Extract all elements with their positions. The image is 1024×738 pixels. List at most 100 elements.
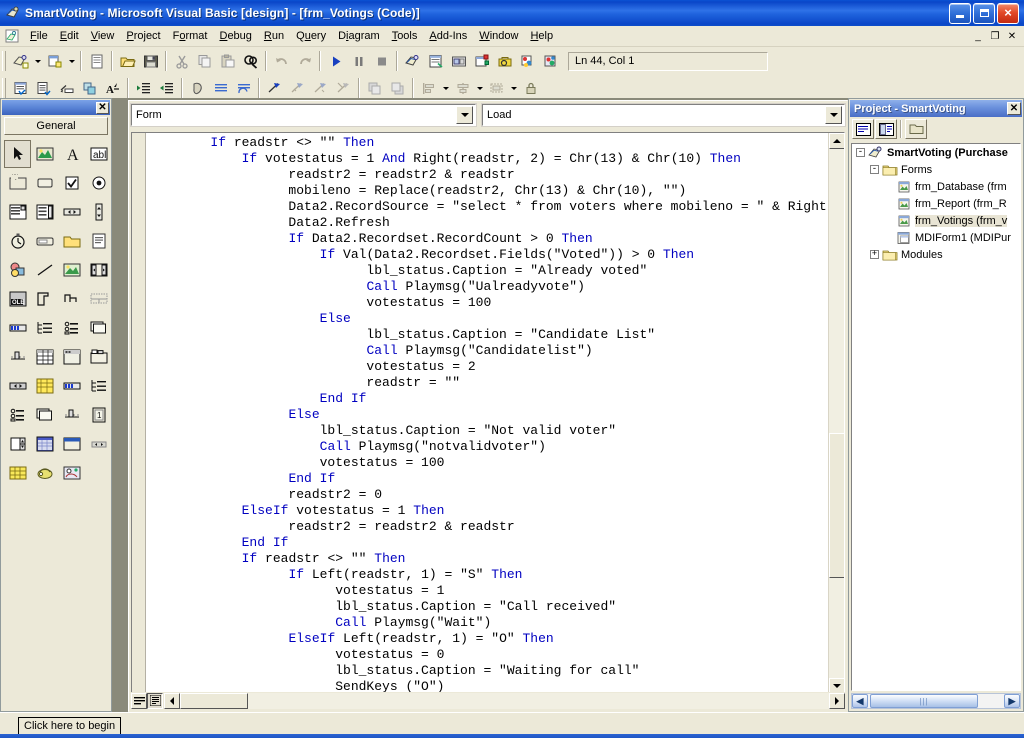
coolbar-tool[interactable] (58, 430, 85, 458)
expand-icon[interactable]: + (870, 250, 879, 259)
collapse-icon[interactable]: - (856, 148, 865, 157)
margin-indicator-bar[interactable] (132, 133, 146, 694)
toolbar-grip[interactable] (2, 51, 6, 71)
picturebox-tool[interactable] (31, 140, 58, 168)
listbox-tool[interactable] (31, 198, 58, 226)
tree-node[interactable]: - Forms (852, 161, 1020, 178)
menu-item-debug[interactable]: Debug (213, 28, 257, 44)
menu-item-project[interactable]: Project (120, 28, 166, 44)
treeview2-tool[interactable] (85, 372, 112, 400)
tree-node[interactable]: + Modules (852, 246, 1020, 263)
combobox-tool[interactable] (4, 198, 31, 226)
project-tree[interactable]: - SmartVoting (Purchase - Forms frm_Database… (851, 143, 1021, 691)
scroll-left-button[interactable] (164, 692, 180, 709)
object-dropdown[interactable]: Form (130, 103, 477, 127)
textbox-tool[interactable]: abl (85, 140, 112, 168)
progressbar-tool[interactable] (4, 314, 31, 342)
open-project-button[interactable] (116, 50, 139, 72)
menu-item-view[interactable]: View (85, 28, 121, 44)
copy-button[interactable] (193, 50, 216, 72)
paste-button[interactable] (216, 50, 239, 72)
add-form-button[interactable] (43, 50, 66, 72)
code-horizontal-scrollbar[interactable] (164, 692, 845, 709)
view-full-module-button[interactable] (147, 692, 163, 709)
commondialog-tool[interactable] (4, 372, 31, 400)
imagelist2-tool[interactable] (31, 401, 58, 429)
menu-item-help[interactable]: Help (524, 28, 559, 44)
menu-item-tools[interactable]: Tools (386, 28, 424, 44)
view-code-button[interactable] (852, 119, 874, 139)
code-editor[interactable]: If readstr <> "" Then If votestatus = 1 … (131, 132, 845, 695)
menu-item-window[interactable]: Window (473, 28, 524, 44)
statusbar-tool[interactable] (85, 285, 112, 313)
size-button[interactable] (485, 77, 508, 99)
form-layout-button[interactable] (447, 50, 470, 72)
tree-node[interactable]: frm_Database (frm (852, 178, 1020, 195)
collapse-icon[interactable]: - (870, 165, 879, 174)
outdent-button[interactable] (155, 77, 178, 99)
commandbutton-tool[interactable] (31, 169, 58, 197)
datagrid-tool[interactable] (31, 343, 58, 371)
quick-info-button[interactable] (55, 77, 78, 99)
redo-button[interactable] (293, 50, 316, 72)
project-scroll-left-button[interactable]: ◀ (852, 694, 868, 708)
tabstrip-tool[interactable] (85, 343, 112, 371)
winsock-tool[interactable] (31, 459, 58, 487)
close-button[interactable]: × (997, 2, 1019, 24)
bookmark-toggle-button[interactable] (263, 77, 286, 99)
indent-button[interactable] (132, 77, 155, 99)
scroll-up-button[interactable] (829, 133, 844, 149)
flatscrollbar-tool[interactable] (85, 430, 112, 458)
properties-window-button[interactable] (424, 50, 447, 72)
menu-item-run[interactable]: Run (258, 28, 290, 44)
hscrollbar-tool[interactable] (58, 198, 85, 226)
send-to-back-button[interactable] (386, 77, 409, 99)
bookmark-clear-button[interactable] (332, 77, 355, 99)
vertical-scroll-thumb[interactable] (829, 433, 844, 578)
tree-node[interactable]: frm_Report (frm_R (852, 195, 1020, 212)
vscrollbar-tool[interactable] (85, 198, 112, 226)
menu-item-format[interactable]: Format (167, 28, 214, 44)
add-project-dropdown-button[interactable] (32, 50, 43, 72)
bring-to-front-button[interactable] (363, 77, 386, 99)
menu-item-file[interactable]: File (24, 28, 54, 44)
project-scroll-thumb[interactable]: ||| (870, 694, 978, 708)
project-horizontal-scrollbar[interactable]: ◀ ||| ▶ (851, 693, 1021, 709)
line-tool[interactable] (31, 256, 58, 284)
view-object-button[interactable] (875, 119, 897, 139)
filelistbox-tool[interactable] (85, 227, 112, 255)
animation-tool[interactable]: 1 (85, 401, 112, 429)
bookmark-next-button[interactable] (286, 77, 309, 99)
listview-tool[interactable] (58, 314, 85, 342)
object-dropdown-arrow-button[interactable] (456, 106, 473, 124)
richtextbox-tool[interactable] (31, 372, 58, 400)
mscomm-tool[interactable] (31, 285, 58, 313)
toggle-breakpoint-button[interactable] (186, 77, 209, 99)
updown-tool[interactable] (4, 430, 31, 458)
object-browser-button[interactable] (470, 50, 493, 72)
align-button[interactable] (417, 77, 440, 99)
start-run-button[interactable] (324, 50, 347, 72)
msagent-tool[interactable] (58, 459, 85, 487)
mdi-minimize-button[interactable]: _ (970, 29, 986, 43)
lock-controls-button[interactable] (519, 77, 542, 99)
add-project-button[interactable] (9, 50, 32, 72)
optionbutton-tool[interactable] (85, 169, 112, 197)
complete-word-button[interactable]: A (101, 77, 124, 99)
slider-tool[interactable] (4, 343, 31, 371)
dirlistbox-tool[interactable] (58, 227, 85, 255)
toolbox-button[interactable] (493, 50, 516, 72)
parameter-info-button[interactable] (78, 77, 101, 99)
toggle-folders-button[interactable] (905, 119, 927, 139)
project-scroll-right-button[interactable]: ▶ (1004, 694, 1020, 708)
end-stop-button[interactable] (370, 50, 393, 72)
menu-editor-button[interactable] (85, 50, 108, 72)
ole-tool[interactable]: OLE (4, 285, 31, 313)
project-explorer-close-button[interactable]: ✕ (1007, 102, 1021, 115)
tree-node[interactable]: frm_Votings (frm_v (852, 212, 1020, 229)
maximize-button[interactable] (973, 2, 995, 24)
code-vertical-scrollbar[interactable] (828, 133, 844, 694)
msflexgrid-tool[interactable] (4, 459, 31, 487)
pointer-tool[interactable] (4, 140, 31, 168)
save-project-button[interactable] (139, 50, 162, 72)
